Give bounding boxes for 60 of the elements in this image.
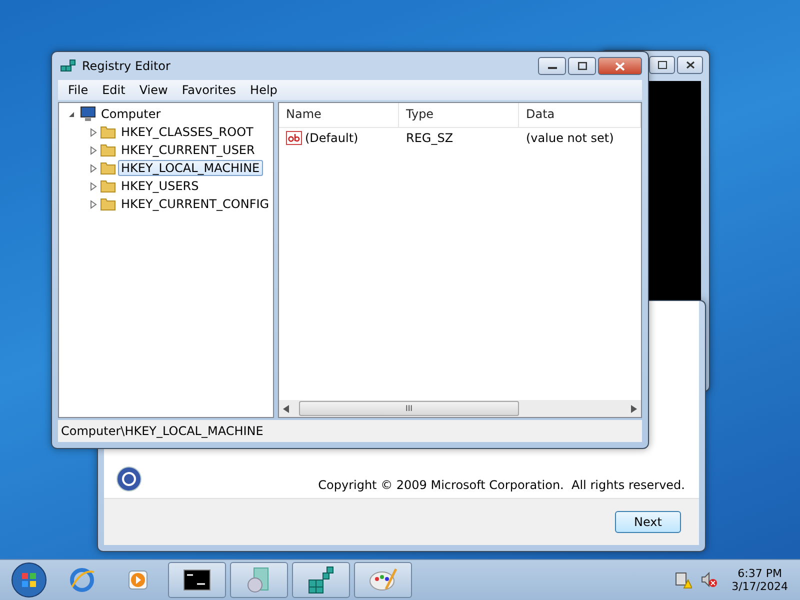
tree-item[interactable]: Computer	[98, 106, 164, 122]
table-cell-text: (value not set)	[525, 131, 615, 145]
collapsed-arrow-icon[interactable]	[89, 164, 98, 172]
setup-logo-icon	[116, 466, 142, 492]
close-icon	[686, 61, 694, 69]
table-cell: (Default)	[279, 131, 399, 145]
window-title: Registry Editor	[82, 59, 172, 73]
left-arrow-icon[interactable]	[283, 404, 289, 412]
next-button[interactable]: Next	[615, 511, 681, 533]
status-bar: Computer\HKEY_LOCAL_MACHINE	[58, 420, 642, 442]
console-icon[interactable]	[183, 569, 211, 591]
maximize-icon	[578, 62, 586, 70]
collapsed-arrow-icon[interactable]	[89, 200, 98, 208]
computer-icon	[78, 106, 96, 122]
close-button[interactable]	[598, 57, 642, 75]
cubes-icon[interactable]	[307, 566, 335, 594]
media-player-icon[interactable]	[126, 568, 150, 592]
right-arrow-icon[interactable]	[631, 404, 637, 412]
scrollbar-thumb[interactable]: III	[299, 401, 519, 416]
tree-item[interactable]: HKEY_USERS	[118, 178, 202, 194]
speaker-muted-icon[interactable]	[700, 571, 718, 589]
maximize-button[interactable]	[649, 56, 675, 74]
expanded-arrow-icon[interactable]	[67, 110, 76, 118]
folder-icon	[100, 196, 116, 212]
copyright-text: Copyright © 2009 Microsoft Corporation. All rights reserved.	[318, 478, 685, 492]
maximize-button[interactable]	[568, 57, 596, 75]
string-value-icon	[286, 131, 302, 145]
maximize-icon	[658, 61, 666, 69]
tree-item[interactable]: HKEY_CLASSES_ROOT	[118, 124, 256, 140]
collapsed-arrow-icon[interactable]	[89, 128, 98, 136]
close-button[interactable]	[677, 56, 703, 74]
horizontal-scrollbar[interactable]: III	[279, 400, 641, 417]
menu-item[interactable]: View	[133, 83, 174, 97]
column-header[interactable]: Type	[399, 103, 519, 127]
menu-item[interactable]: File	[62, 83, 94, 97]
column-header[interactable]: Data	[519, 103, 641, 127]
paint-palette-icon[interactable]	[368, 567, 398, 593]
folder-icon	[100, 160, 116, 176]
folder-icon	[100, 178, 116, 194]
menu-item[interactable]: Help	[244, 83, 284, 97]
tree-item[interactable]: HKEY_CURRENT_CONFIG	[118, 196, 272, 212]
folder-icon	[100, 142, 116, 158]
table-cell-text: REG_SZ	[405, 131, 454, 145]
minimize-button[interactable]	[538, 57, 566, 75]
taskbar-button[interactable]	[292, 562, 350, 598]
clock[interactable]: 6:37 PM 3/17/2024	[726, 567, 794, 593]
tree-item[interactable]: HKEY_CURRENT_USER	[118, 142, 258, 158]
column-header[interactable]: Name	[279, 103, 399, 127]
start-orb-icon[interactable]	[11, 562, 47, 598]
cubes-icon	[60, 58, 76, 74]
network-warning-icon[interactable]	[674, 571, 692, 589]
menu-item[interactable]: Favorites	[176, 83, 242, 97]
taskbar-button[interactable]	[168, 562, 226, 598]
collapsed-arrow-icon[interactable]	[89, 146, 98, 154]
menu-item[interactable]: Edit	[96, 83, 132, 97]
tree-item[interactable]: HKEY_LOCAL_MACHINE	[118, 160, 263, 176]
browser-e-icon[interactable]	[69, 567, 95, 593]
collapsed-arrow-icon[interactable]	[89, 182, 98, 190]
folder-icon	[100, 124, 116, 140]
close-icon	[615, 62, 625, 70]
